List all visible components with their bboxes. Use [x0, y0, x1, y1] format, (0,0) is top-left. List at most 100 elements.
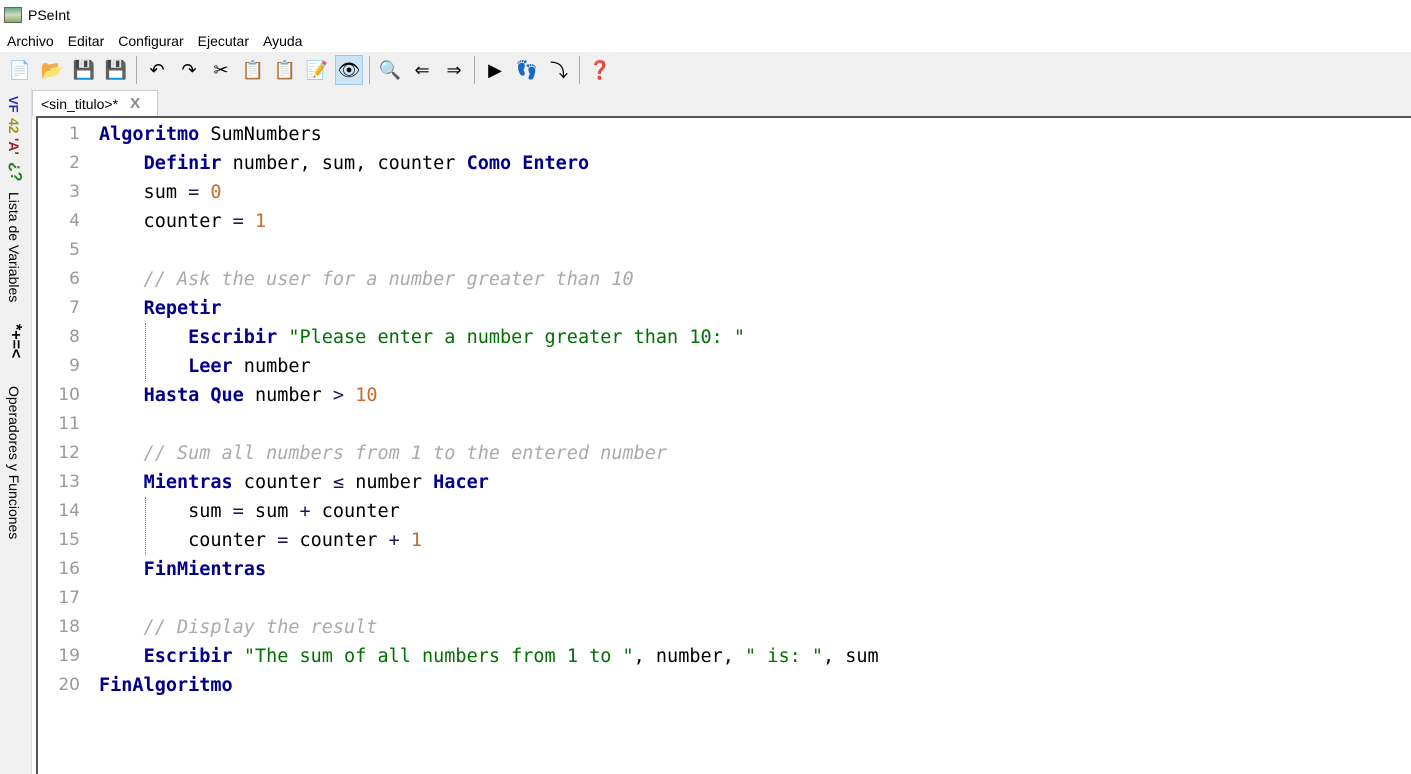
find-previous-button[interactable]: ⇐	[408, 55, 436, 85]
operators-icon[interactable]: *+=<	[6, 324, 24, 358]
code-text: Algoritmo SumNumbers	[99, 120, 322, 149]
code-text: Repetir	[99, 294, 222, 323]
menu-archivo[interactable]: Archivo	[7, 33, 54, 49]
code-line[interactable]: 5	[38, 236, 1408, 265]
line-number: 6	[69, 269, 80, 289]
code-line[interactable]: 15 counter = counter + 1	[38, 526, 1408, 555]
identifier: number	[243, 385, 333, 406]
line-number: 17	[58, 588, 80, 608]
copy-icon: 📋	[241, 59, 265, 80]
code-text: Escribir "The sum of all numbers from 1 …	[99, 642, 879, 671]
line-number: 4	[69, 211, 80, 231]
menu-ayuda[interactable]: Ayuda	[263, 33, 302, 49]
pseint-app-icon	[4, 7, 22, 23]
indent-button[interactable]: 📝	[303, 55, 331, 85]
code-text: Mientras counter ≤ number Hacer	[99, 468, 489, 497]
code-line[interactable]: 8 Escribir "Please enter a number greate…	[38, 323, 1408, 352]
code-line[interactable]: 9 Leer number	[38, 352, 1408, 381]
code-line[interactable]: 12 // Sum all numbers from 1 to the ente…	[38, 439, 1408, 468]
operators-panel-tab[interactable]: Operadores y Funciones	[6, 386, 22, 539]
code-line[interactable]: 3 sum = 0	[38, 178, 1408, 207]
code-line[interactable]: 11	[38, 410, 1408, 439]
save-as-button[interactable]: 💾	[102, 55, 130, 85]
keyword: Algoritmo	[99, 124, 200, 145]
close-tab-icon[interactable]: X	[130, 95, 140, 112]
flowchart-button[interactable]: ⤵	[545, 55, 573, 85]
cut-button[interactable]: ✂	[207, 55, 235, 85]
run-button[interactable]: ▶	[481, 55, 509, 85]
toolbar-separator	[579, 56, 580, 84]
help-button[interactable]: ❓	[586, 55, 614, 85]
code-line[interactable]: 13 Mientras counter ≤ number Hacer	[38, 468, 1408, 497]
code-editor[interactable]: 1 Algoritmo SumNumbers 2 Definir number, s…	[36, 116, 1411, 774]
open-file-icon: 📂	[40, 59, 64, 80]
help-icon: ❓	[588, 59, 612, 80]
left-side-panel: VF 42 'A' ¿? Lista de Variables *+=< Ope…	[0, 88, 32, 774]
identifier	[99, 327, 188, 348]
new-file-button[interactable]: 📄	[6, 55, 34, 85]
menu-ejecutar[interactable]: Ejecutar	[198, 33, 249, 49]
operator: =	[188, 182, 200, 203]
line-number: 8	[69, 327, 80, 347]
code-line[interactable]: 17	[38, 584, 1408, 613]
menu-configurar[interactable]: Configurar	[118, 33, 183, 49]
tab-sin-titulo[interactable]: <sin_titulo>* X	[32, 90, 158, 116]
open-file-button[interactable]: 📂	[38, 55, 66, 85]
find-next-button[interactable]: ⇒	[440, 55, 468, 85]
undo-icon: ↶	[149, 59, 165, 80]
identifier	[344, 385, 355, 406]
identifier: number, sum, counter	[221, 153, 467, 174]
line-number: 11	[58, 414, 80, 434]
operator: >	[332, 385, 345, 406]
code-line[interactable]: 4 counter = 1	[38, 207, 1408, 236]
code-line[interactable]: 18 // Display the result	[38, 613, 1408, 642]
step-by-step-button[interactable]: 👣	[513, 55, 541, 85]
code-line[interactable]: 6 // Ask the user for a number greater t…	[38, 265, 1408, 294]
line-number: 20	[58, 675, 80, 695]
cut-icon: ✂	[213, 59, 229, 80]
identifier	[244, 211, 255, 232]
paste-button[interactable]: 📋	[271, 55, 299, 85]
operator: +	[388, 530, 400, 551]
keyword: Leer	[188, 356, 233, 377]
code-line[interactable]: 10 Hasta Que number > 10	[38, 381, 1408, 410]
code-line[interactable]: 7 Repetir	[38, 294, 1408, 323]
identifier: , sum	[823, 646, 879, 667]
identifier	[99, 559, 144, 580]
code-line[interactable]: 19 Escribir "The sum of all numbers from…	[38, 642, 1408, 671]
code-line[interactable]: 2 Definir number, sum, counter Como Ente…	[38, 149, 1408, 178]
title-bar: PSeInt	[0, 0, 1411, 30]
identifier	[400, 530, 411, 551]
identifier: sum	[99, 501, 233, 522]
number-icon[interactable]: 42	[6, 118, 22, 134]
line-number: 7	[69, 298, 80, 318]
code-line[interactable]: 20 FinAlgoritmo	[38, 671, 1408, 700]
copy-button[interactable]: 📋	[239, 55, 267, 85]
number-literal: 0	[210, 182, 222, 203]
number-literal: 1	[410, 530, 423, 551]
variables-panel-tab[interactable]: Lista de Variables	[6, 192, 22, 302]
line-number: 14	[58, 501, 80, 521]
identifier: counter	[99, 530, 278, 551]
boolean-icon[interactable]: VF	[6, 96, 21, 113]
debug-watch-button[interactable]: 👁	[335, 55, 363, 85]
identifier	[233, 646, 244, 667]
string-icon[interactable]: 'A'	[6, 138, 22, 155]
run-icon: ▶	[488, 59, 502, 80]
code-line[interactable]: 14 sum = sum + counter	[38, 497, 1408, 526]
identifier	[99, 298, 144, 319]
menu-editar[interactable]: Editar	[68, 33, 105, 49]
operator: ≤	[332, 472, 345, 493]
string-literal: "The sum of all numbers from 1 to "	[243, 646, 634, 667]
line-number: 13	[58, 472, 80, 492]
find-button[interactable]: 🔍	[376, 55, 404, 85]
code-line[interactable]: 16 FinMientras	[38, 555, 1408, 584]
undo-button[interactable]: ↶	[143, 55, 171, 85]
save-icon: 💾	[72, 59, 96, 80]
code-text: FinMientras	[99, 555, 267, 584]
save-button[interactable]: 💾	[70, 55, 98, 85]
operator: =	[232, 501, 244, 522]
code-line[interactable]: 1 Algoritmo SumNumbers	[38, 120, 1408, 149]
logic-icon[interactable]: ¿?	[6, 162, 24, 182]
redo-button[interactable]: ↷	[175, 55, 203, 85]
